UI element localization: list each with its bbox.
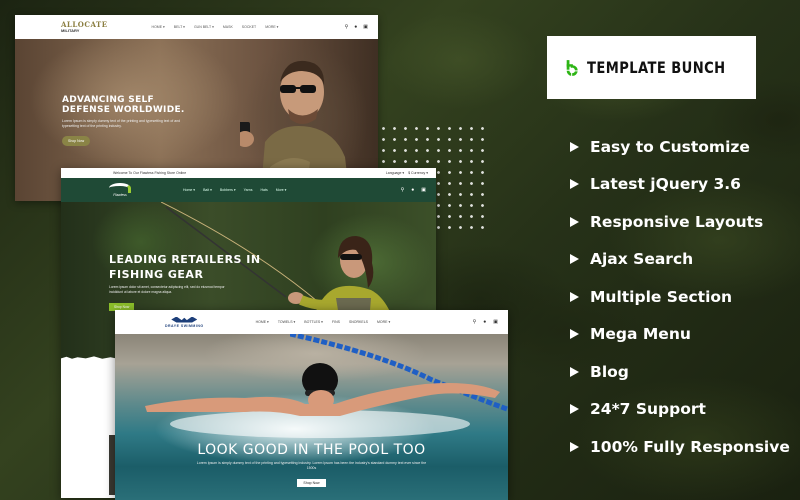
- feature-item: Easy to Customize: [570, 128, 790, 166]
- swimming-header-icons: ⚲ ● ▣: [473, 319, 498, 325]
- fishing-nav-item[interactable]: Hats: [261, 188, 268, 192]
- fishing-logo-text: Flawless: [113, 193, 127, 197]
- military-nav-item[interactable]: BELT ▾: [174, 25, 185, 29]
- arrow-right-icon: [570, 404, 579, 415]
- swimming-nav-item[interactable]: TOWELS ▾: [278, 320, 295, 324]
- military-nav-item[interactable]: GUN BELT ▾: [194, 25, 214, 29]
- search-icon[interactable]: ⚲: [473, 319, 477, 325]
- swimming-hero-text: LOOK GOOD IN THE POOL TOO Lorem Ipsum is…: [115, 442, 508, 489]
- swimming-hero-title: LOOK GOOD IN THE POOL TOO: [197, 442, 426, 458]
- fishing-nav-item[interactable]: Home ▾: [183, 188, 195, 192]
- arrow-right-icon: [570, 291, 579, 302]
- fishing-lower-section: [61, 360, 117, 498]
- military-hero-title-line1: ADVANCING SELF: [62, 95, 155, 105]
- fishing-hero-title: LEADING RETAILERS IN FISHING GEAR: [109, 252, 261, 282]
- military-header: ALLOCATE MILITARY HOME ▾ BELT ▾ GUN BELT…: [15, 15, 378, 39]
- fishing-hero-title-line1: LEADING RETAILERS IN: [109, 253, 261, 266]
- swimming-hero-banner: LOOK GOOD IN THE POOL TOO Lorem Ipsum is…: [115, 334, 508, 500]
- cart-icon[interactable]: ▣: [421, 187, 426, 193]
- fishing-header-icons: ⚲ ● ▣: [401, 187, 426, 193]
- feature-item: Responsive Layouts: [570, 203, 790, 241]
- user-icon[interactable]: ●: [483, 319, 486, 325]
- swimming-nav-item[interactable]: SNORKELS: [349, 320, 368, 324]
- military-hero-description: Lorem Ipsum is simply dummy text of the …: [62, 119, 181, 128]
- feature-item: Multiple Section: [570, 278, 790, 316]
- military-shop-now-button[interactable]: Shop Now: [62, 136, 91, 146]
- swimming-nav: HOME ▾ TOWELS ▾ BOTTLES ▾ FINS SNORKELS …: [256, 320, 391, 324]
- swimming-header: DRAYE SWIMMING HOME ▾ TOWELS ▾ BOTTLES ▾…: [115, 310, 508, 334]
- swimming-hero-description: Lorem Ipsum is simply dummy text of the …: [196, 461, 427, 470]
- swimming-nav-item[interactable]: MORE ▾: [377, 320, 390, 324]
- military-logo-title: ALLOCATE: [61, 20, 108, 29]
- feature-item: 24*7 Support: [570, 391, 790, 429]
- feature-label: 100% Fully Responsive: [590, 437, 790, 456]
- arrow-right-icon: [570, 254, 579, 265]
- fishing-hero-description: Lorem ipsum dolor sit amet, consectetur …: [109, 285, 225, 294]
- military-nav-item[interactable]: SOCKET: [242, 25, 256, 29]
- swimming-logo-mark: [171, 316, 198, 323]
- swimming-nav-item[interactable]: FINS: [332, 320, 340, 324]
- user-icon[interactable]: ●: [411, 187, 414, 193]
- cart-icon[interactable]: ▣: [363, 24, 368, 30]
- military-hero-text: ADVANCING SELF DEFENSE WORLDWIDE. Lorem …: [62, 95, 187, 147]
- arrow-right-icon: [570, 366, 579, 377]
- arrow-right-icon: [570, 329, 579, 340]
- user-icon[interactable]: ●: [354, 24, 357, 30]
- swimmer-image: [145, 363, 500, 438]
- military-nav: HOME ▾ BELT ▾ GUN BELT ▾ MASK SOCKET MOR…: [152, 25, 279, 29]
- feature-label: Easy to Customize: [590, 137, 750, 156]
- feature-label: 24*7 Support: [590, 400, 706, 419]
- currency-selector[interactable]: $ Currency ▾: [408, 171, 428, 175]
- military-logo: ALLOCATE MILITARY: [61, 21, 108, 33]
- fishing-nav-item[interactable]: Bait ▾: [203, 188, 212, 192]
- fishing-nav-item[interactable]: Bobbers ▾: [220, 188, 236, 192]
- feature-item: 100% Fully Responsive: [570, 428, 790, 466]
- arrow-right-icon: [570, 179, 579, 190]
- feature-label: Multiple Section: [590, 287, 733, 306]
- fishing-logo: Flawless: [109, 183, 131, 197]
- military-logo-subtitle: MILITARY: [61, 28, 80, 33]
- fishing-hero-title-line2: FISHING GEAR: [109, 268, 204, 281]
- swimming-logo-text: DRAYE SWIMMING: [165, 323, 204, 328]
- feature-item: Blog: [570, 353, 790, 391]
- military-nav-item[interactable]: MORE ▾: [265, 25, 278, 29]
- feature-label: Mega Menu: [590, 325, 691, 344]
- template-bunch-brand: TEMPLATE BUNCH: [547, 36, 756, 99]
- military-nav-item[interactable]: HOME ▾: [152, 25, 165, 29]
- arrow-right-icon: [570, 141, 579, 152]
- military-hero-title-line2: DEFENSE WORLDWIDE.: [62, 105, 185, 115]
- military-nav-item[interactable]: MASK: [223, 25, 233, 29]
- language-selector[interactable]: Language ▾: [386, 171, 404, 175]
- swimming-nav-item[interactable]: BOTTLES ▾: [304, 320, 323, 324]
- feature-list: Easy to Customize Latest jQuery 3.6 Resp…: [570, 128, 790, 466]
- fishing-header: Flawless Home ▾ Bait ▾ Bobbers ▾ Yarns H…: [61, 178, 436, 202]
- feature-label: Ajax Search: [590, 250, 694, 269]
- fishing-nav-item[interactable]: Yarns: [244, 188, 253, 192]
- arrow-right-icon: [570, 441, 579, 452]
- cart-icon[interactable]: ▣: [493, 319, 498, 325]
- template-bunch-logo-icon: [566, 59, 578, 76]
- fishing-nav: Home ▾ Bait ▾ Bobbers ▾ Yarns Hats More …: [183, 188, 286, 192]
- feature-item: Latest jQuery 3.6: [570, 166, 790, 204]
- fishing-logo-mark: [109, 183, 131, 193]
- feature-label: Blog: [590, 362, 629, 381]
- brand-name: TEMPLATE BUNCH: [587, 58, 726, 77]
- swimming-nav-item[interactable]: HOME ▾: [256, 320, 269, 324]
- swimming-shop-now-button[interactable]: Shop Now: [297, 479, 326, 487]
- search-icon[interactable]: ⚲: [401, 187, 405, 193]
- swimming-template-preview: DRAYE SWIMMING HOME ▾ TOWELS ▾ BOTTLES ▾…: [115, 310, 508, 500]
- military-hero-title: ADVANCING SELF DEFENSE WORLDWIDE.: [62, 95, 187, 115]
- feature-label: Latest jQuery 3.6: [590, 175, 741, 194]
- fishing-welcome-text: Welcome To Our Flawless Fishing Store On…: [113, 171, 187, 175]
- fishing-hero-text: LEADING RETAILERS IN FISHING GEAR Lorem …: [109, 252, 261, 313]
- fishing-topbar: Welcome To Our Flawless Fishing Store On…: [61, 168, 436, 178]
- feature-item: Ajax Search: [570, 241, 790, 279]
- swimming-logo: DRAYE SWIMMING: [165, 316, 204, 328]
- arrow-right-icon: [570, 216, 579, 227]
- military-header-icons: ⚲ ● ▣: [345, 24, 368, 30]
- fishing-nav-item[interactable]: More ▾: [276, 188, 287, 192]
- search-icon[interactable]: ⚲: [345, 24, 349, 30]
- feature-item: Mega Menu: [570, 316, 790, 354]
- feature-label: Responsive Layouts: [590, 212, 764, 231]
